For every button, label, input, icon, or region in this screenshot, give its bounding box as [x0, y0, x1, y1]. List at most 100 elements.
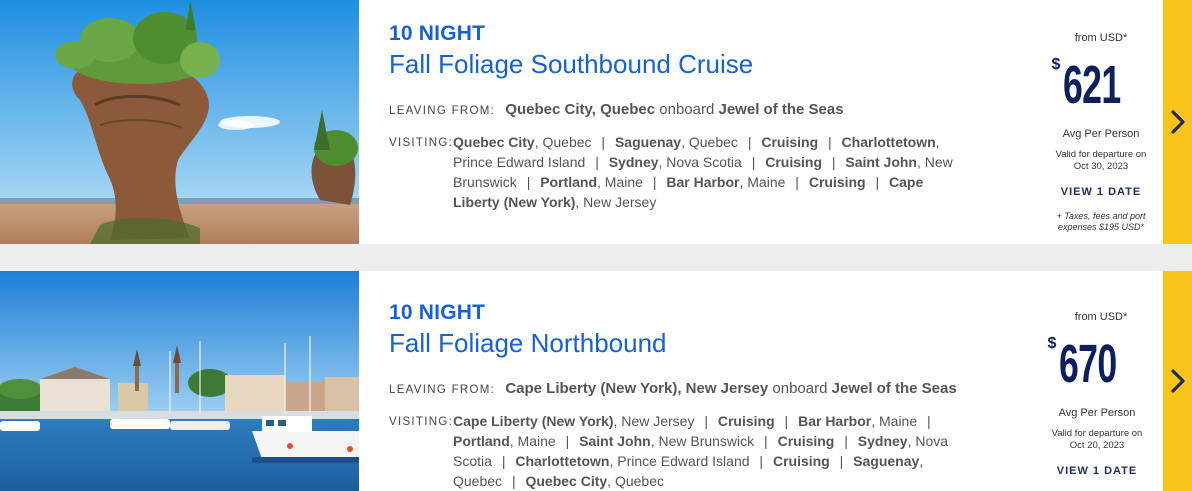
stop-separator: |: [595, 154, 599, 170]
cruise-title[interactable]: Fall Foliage Southbound Cruise: [389, 49, 753, 80]
port-stop: Cruising: [778, 433, 835, 449]
cruise-image-harbor[interactable]: [0, 271, 359, 491]
port-name: Saint John: [845, 154, 917, 170]
next-arrow-button[interactable]: [1163, 0, 1192, 244]
price-amount: $670: [1036, 333, 1158, 395]
port-name: Bar Harbor: [666, 174, 740, 190]
port-region: , New Jersey: [575, 194, 657, 210]
port-name: Charlottetown: [841, 134, 936, 150]
taxes-line-1: + Taxes, fees and port: [1056, 211, 1146, 221]
port-region: , Maine: [509, 433, 556, 449]
stop-separator: |: [831, 154, 836, 170]
chevron-right-icon: [1170, 369, 1185, 393]
stop-separator: |: [764, 433, 768, 449]
port-stop: Quebec City, Quebec: [525, 473, 664, 489]
port-name: Saguenay: [853, 453, 920, 469]
next-arrow-button[interactable]: [1163, 271, 1192, 491]
port-stop: Charlottetown, Prince Edward Island: [515, 453, 749, 469]
port-name: Saguenay: [614, 134, 682, 150]
port-stop: Saint John, New Brunswick: [579, 433, 754, 449]
stop-separator: |: [844, 433, 848, 449]
avg-per-person: Avg Per Person: [1058, 407, 1136, 419]
port-stop: Portland, Maine: [540, 174, 643, 190]
valid-line-1: Valid for departure on: [1051, 428, 1143, 439]
port-name: Cape Liberty (New York): [453, 413, 614, 429]
port-stop: Quebec City, Quebec: [453, 134, 592, 150]
ship-name: Jewel of the Seas: [718, 101, 844, 118]
port-region: , Maine: [739, 174, 786, 190]
nights-label: 10 NIGHT: [389, 301, 486, 324]
stop-separator: |: [784, 413, 789, 429]
price-value: 621: [1063, 55, 1121, 115]
stop-separator: |: [759, 453, 764, 469]
cruise-title[interactable]: Fall Foliage Northbound: [389, 328, 667, 359]
cruise-card[interactable]: 10 NIGHT Fall Foliage Southbound Cruise …: [0, 0, 1192, 244]
price-amount: $621: [1040, 54, 1162, 116]
leaving-label: LEAVING FROM:: [389, 105, 496, 117]
stop-separator: |: [795, 174, 799, 190]
view-dates-link[interactable]: VIEW 1 DATE: [1040, 186, 1162, 198]
port-region: , Quebec: [681, 134, 738, 150]
port-stop: Cruising: [761, 134, 818, 150]
stop-separator: |: [927, 413, 931, 429]
currency-symbol: $: [1047, 335, 1057, 352]
departure-validity: Valid for departure on Oct 20, 2023: [1036, 428, 1158, 452]
port-name: Cruising: [777, 433, 835, 449]
stop-separator: |: [526, 174, 531, 190]
onboard-word: onboard: [772, 380, 828, 397]
stop-separator: |: [839, 453, 844, 469]
stop-separator: |: [511, 473, 516, 489]
port-stop: Bar Harbor, Maine: [666, 174, 785, 190]
port-name: Quebec City: [453, 134, 535, 150]
valid-line-1: Valid for departure on: [1055, 149, 1147, 160]
stop-separator: |: [875, 174, 880, 190]
price-panel: from USD* $621 Avg Per Person Valid for …: [1040, 0, 1162, 244]
port-name: Cruising: [761, 134, 819, 150]
stop-separator: |: [751, 154, 756, 170]
leaving-from: LEAVING FROM: Quebec City, Quebec onboar…: [389, 101, 844, 118]
stop-separator: |: [704, 413, 708, 429]
port-region: , New Brunswick: [650, 433, 755, 449]
leaving-from: LEAVING FROM: Cape Liberty (New York), N…: [389, 380, 957, 397]
visiting-ports: VISITING: Quebec City, Quebec | Saguenay…: [389, 132, 964, 212]
port-name: Cruising: [808, 174, 866, 190]
port-region: , Maine: [871, 413, 918, 429]
port-region: , Quebec: [534, 134, 592, 150]
port-name: Quebec City: [525, 473, 608, 489]
valid-line-2: Oct 30, 2023: [1073, 161, 1129, 172]
stop-separator: |: [565, 433, 570, 449]
port-stop: Cruising: [809, 174, 866, 190]
port-stop: Cape Liberty (New York), New Jersey: [453, 413, 694, 429]
port-name: Sydney: [608, 154, 659, 170]
visiting-label: VISITING:: [389, 137, 454, 149]
port-stop: Cruising: [718, 413, 775, 429]
leaving-port: Cape Liberty (New York), New Jersey: [505, 380, 769, 397]
stop-separator: |: [828, 134, 832, 150]
port-name: Charlottetown: [515, 453, 610, 469]
cruise-image-flowerpot-rock[interactable]: [0, 0, 359, 244]
taxes-note: + Taxes, fees and port expenses $195 USD…: [1040, 211, 1162, 233]
leaving-label: LEAVING FROM:: [389, 384, 496, 396]
port-stop: Bar Harbor, Maine: [798, 413, 917, 429]
from-usd-label: from USD*: [1074, 311, 1128, 323]
port-name: Portland: [453, 433, 510, 449]
cruise-card[interactable]: 10 NIGHT Fall Foliage Northbound LEAVING…: [0, 271, 1192, 491]
port-name: Cruising: [772, 453, 830, 469]
visiting-label: VISITING:: [389, 416, 454, 428]
stop-separator: |: [747, 134, 752, 150]
ship-name: Jewel of the Seas: [831, 380, 957, 397]
port-region: , Quebec: [607, 473, 664, 489]
port-name: Portland: [540, 174, 597, 190]
stops-list: Cape Liberty (New York), New Jersey | Cr…: [453, 411, 964, 491]
port-stop: Cruising: [773, 453, 830, 469]
port-name: Bar Harbor: [798, 413, 872, 429]
port-name: Saint John: [579, 433, 651, 449]
port-region: , Maine: [597, 174, 643, 190]
from-usd-label: from USD*: [1074, 32, 1128, 44]
departure-validity: Valid for departure on Oct 30, 2023: [1040, 149, 1162, 173]
port-region: , New Jersey: [613, 413, 695, 429]
chevron-right-icon: [1170, 110, 1185, 134]
view-dates-link[interactable]: VIEW 1 DATE: [1036, 465, 1158, 477]
onboard-word: onboard: [659, 101, 715, 118]
currency-symbol: $: [1051, 56, 1061, 73]
